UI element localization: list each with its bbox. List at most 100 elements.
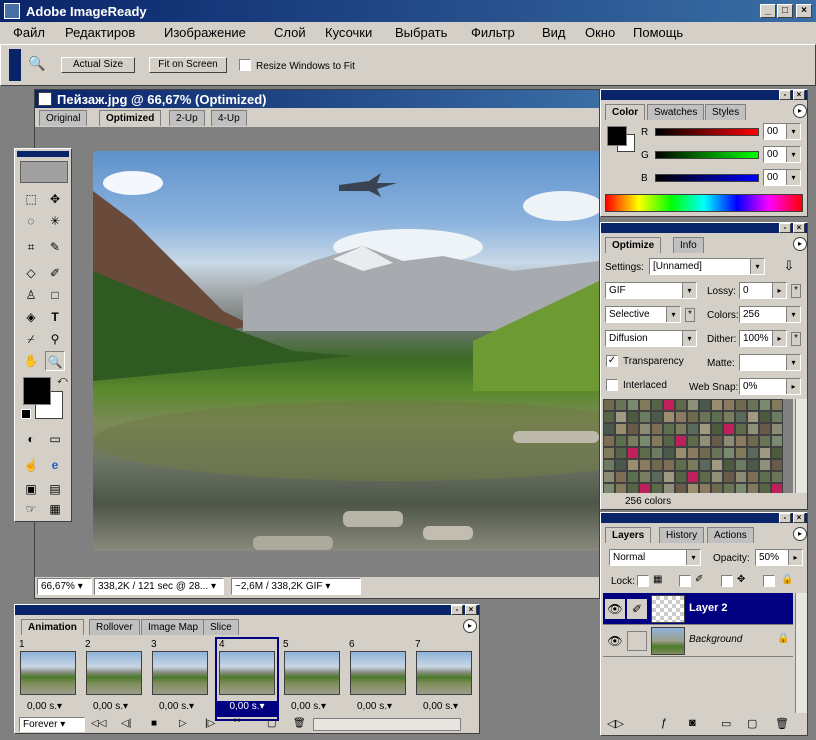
color-table-swatch[interactable] — [723, 447, 735, 459]
color-table-swatch[interactable] — [627, 447, 639, 459]
download-time-field[interactable]: 338,2K / 121 sec @ 28... ▾ — [94, 578, 224, 595]
animation-frame[interactable]: 5 0,00 s.▾ — [281, 637, 345, 721]
color-table-swatch[interactable] — [639, 423, 651, 435]
color-table-swatch[interactable] — [627, 399, 639, 411]
delete-frame-icon[interactable]: 🗑 — [293, 718, 306, 729]
color-table-swatch[interactable] — [687, 435, 699, 447]
tab-actions[interactable]: Actions — [707, 527, 754, 543]
color-table-swatch[interactable] — [675, 459, 687, 471]
screen-mode-icon[interactable]: ▣ — [21, 479, 41, 499]
color-table-swatch[interactable] — [723, 459, 735, 471]
color-panel-minimize-button[interactable]: - — [779, 90, 791, 100]
tab-styles[interactable]: Styles — [705, 104, 747, 120]
color-table-swatch[interactable] — [711, 423, 723, 435]
tab-image-map[interactable]: Image Map — [141, 619, 206, 635]
color-table-swatch[interactable] — [723, 471, 735, 483]
animation-frame[interactable]: 2 0,00 s.▾ — [83, 637, 147, 721]
tween-icon[interactable]: °° — [233, 718, 241, 729]
color-table-swatch[interactable] — [747, 411, 759, 423]
new-layer-set-icon[interactable]: ▭ — [721, 717, 731, 730]
rectangle-tool-icon[interactable]: □ — [45, 285, 65, 305]
dither-link-icon[interactable]: * — [791, 332, 801, 346]
frame-delay[interactable]: 0,00 s.▾ — [27, 701, 62, 712]
color-table-swatch[interactable] — [663, 447, 675, 459]
eyedropper-2-tool-icon[interactable]: ⚲ — [45, 329, 65, 349]
color-table-swatch[interactable] — [651, 399, 663, 411]
tab-2-up[interactable]: 2-Up — [169, 110, 205, 126]
color-table-swatch[interactable] — [699, 447, 711, 459]
layer-row[interactable]: 👁 ✐ Layer 2 — [603, 593, 793, 625]
color-table-swatch[interactable] — [747, 435, 759, 447]
color-table-swatch[interactable] — [759, 471, 771, 483]
color-table-swatch[interactable] — [651, 483, 663, 493]
color-table-swatch[interactable] — [723, 399, 735, 411]
brush-tool-icon[interactable]: ✐ — [45, 263, 65, 283]
color-table-swatch[interactable] — [615, 471, 627, 483]
slice-visibility-icon[interactable]: ▭ — [45, 429, 65, 449]
color-table-swatch[interactable] — [675, 483, 687, 493]
color-table-swatch[interactable] — [603, 423, 615, 435]
color-table-swatch[interactable] — [687, 447, 699, 459]
file-size-field[interactable]: ~2,6M / 338,2K GIF ▾ — [231, 578, 361, 595]
marquee-tool-icon[interactable]: ⬚ — [21, 189, 41, 209]
color-table-swatch[interactable] — [747, 447, 759, 459]
layers-scrollbar[interactable] — [795, 593, 807, 713]
tab-layers[interactable]: Layers — [605, 527, 652, 543]
tab-info[interactable]: Info — [673, 237, 704, 253]
color-table-swatch[interactable] — [735, 447, 747, 459]
optimize-panel-menu-icon[interactable]: ▸ — [793, 237, 807, 251]
rollover-preview-icon[interactable]: ☝ — [21, 455, 41, 475]
frame-delay[interactable]: 0,00 s.▾ — [159, 701, 194, 712]
default-colors-icon[interactable] — [21, 409, 31, 419]
color-table-swatch[interactable] — [747, 423, 759, 435]
color-table-swatch[interactable] — [699, 399, 711, 411]
color-table-swatch[interactable] — [699, 483, 711, 493]
color-table-swatch[interactable] — [651, 411, 663, 423]
channel-b-slider[interactable] — [655, 174, 759, 182]
color-table-swatch[interactable] — [651, 459, 663, 471]
channel-g-value[interactable]: 00 ▾ — [763, 146, 801, 163]
jump-to-photoshop-icon[interactable]: ▤ — [45, 479, 65, 499]
tab-optimized[interactable]: Optimized — [99, 110, 162, 126]
color-table-swatch[interactable] — [627, 411, 639, 423]
channel-r-slider[interactable] — [655, 128, 759, 136]
color-table-swatch[interactable] — [759, 447, 771, 459]
color-table-swatch[interactable] — [699, 411, 711, 423]
color-table-swatch[interactable] — [771, 435, 783, 447]
color-table-swatch[interactable] — [663, 399, 675, 411]
maximize-button[interactable]: □ — [777, 4, 793, 18]
color-table-swatch[interactable] — [687, 459, 699, 471]
color-table-scrollbar[interactable] — [795, 399, 807, 493]
color-table-swatch[interactable] — [639, 459, 651, 471]
move-tool-icon[interactable]: ✥ — [45, 189, 65, 209]
menu-view[interactable]: Вид — [542, 25, 566, 40]
color-table-swatch[interactable] — [639, 447, 651, 459]
preview-in-browser-icon[interactable]: e — [45, 455, 65, 475]
color-table-swatch[interactable] — [747, 459, 759, 471]
color-table-swatch[interactable] — [675, 411, 687, 423]
color-table-swatch[interactable] — [759, 399, 771, 411]
menu-image[interactable]: Изображение — [164, 25, 246, 40]
resize-windows-checkbox[interactable] — [239, 59, 251, 71]
hand-tool-icon[interactable]: ✋ — [21, 351, 41, 371]
frame-delay[interactable]: 0,00 s.▾ — [93, 701, 128, 712]
dither-field[interactable]: 100% ▸ — [739, 330, 787, 347]
color-table-swatch[interactable] — [723, 483, 735, 493]
animation-panel-close-button[interactable]: × — [465, 605, 477, 615]
lock-position-checkbox[interactable] — [721, 575, 733, 587]
frames-scrollbar[interactable] — [313, 718, 461, 731]
animation-panel-menu-icon[interactable]: ▸ — [463, 619, 477, 633]
opacity-field[interactable]: 50% ▸ — [755, 549, 803, 566]
jump-icon[interactable]: ▦ — [45, 499, 65, 519]
lossy-field[interactable]: 0 ▸ — [739, 282, 787, 299]
animation-frame[interactable]: 6 0,00 s.▾ — [347, 637, 411, 721]
color-table-swatch[interactable] — [759, 459, 771, 471]
matte-dropdown[interactable]: ▾ — [739, 354, 801, 371]
optimize-panel-minimize-button[interactable]: - — [779, 223, 791, 233]
color-table-swatch[interactable] — [711, 435, 723, 447]
color-table-swatch[interactable] — [615, 483, 627, 493]
loop-dropdown[interactable]: Forever ▾ — [19, 717, 85, 732]
crop-tool-icon[interactable]: ⌗ — [21, 237, 41, 257]
color-table-swatch[interactable] — [651, 423, 663, 435]
color-table-swatch[interactable] — [723, 411, 735, 423]
